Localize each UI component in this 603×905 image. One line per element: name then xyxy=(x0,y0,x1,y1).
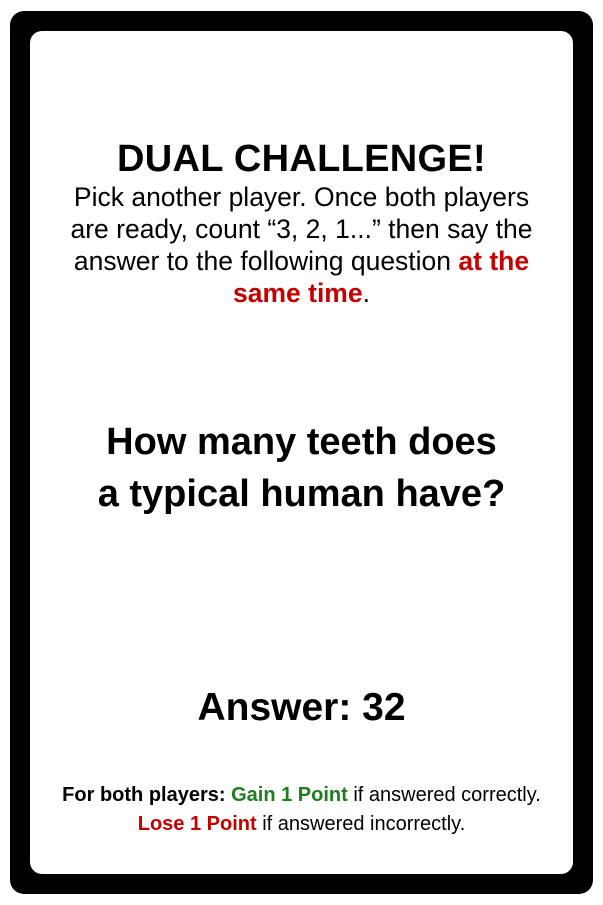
question-line-1: How many teeth does xyxy=(106,421,497,463)
gain-point-text: if answered correctly. xyxy=(347,784,541,806)
rules-prefix: For both players: xyxy=(62,784,226,806)
challenge-card: DUAL CHALLENGE! Pick another player. Onc… xyxy=(10,11,593,894)
card-title: DUAL CHALLENGE! xyxy=(116,138,486,180)
lose-point-text: if answered incorrectly. xyxy=(256,813,466,835)
gain-point-label: Gain 1 Point xyxy=(231,784,348,806)
question-line-2: a typical human have? xyxy=(97,473,506,515)
instructions-end: . xyxy=(362,278,370,308)
card-instructions: Pick another player. Once both players a… xyxy=(60,181,543,309)
lose-point-label: Lose 1 Point xyxy=(137,813,257,835)
card-question: How many teeth does a typical human have… xyxy=(50,416,553,520)
card-face: DUAL CHALLENGE! Pick another player. Onc… xyxy=(30,31,573,874)
card-answer: Answer: 32 xyxy=(197,686,406,729)
scoring-rules: For both players: Gain 1 Point if answer… xyxy=(50,781,553,839)
